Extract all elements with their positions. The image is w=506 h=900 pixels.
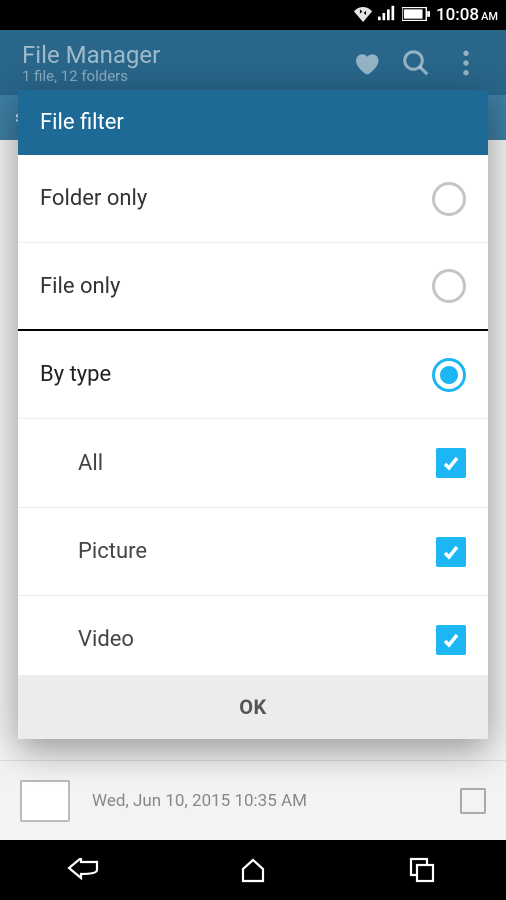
radio-icon (432, 269, 466, 303)
type-all[interactable]: All (18, 419, 488, 507)
type-label: Video (78, 627, 436, 652)
option-folder-only[interactable]: Folder only (18, 155, 488, 243)
radio-icon (432, 182, 466, 216)
check-icon (436, 625, 466, 655)
option-file-only[interactable]: File only (18, 243, 488, 331)
dialog-footer: OK (18, 675, 488, 739)
type-video[interactable]: Video (18, 595, 488, 675)
check-icon (436, 448, 466, 478)
file-filter-dialog: File filter Folder only File only By typ… (18, 90, 488, 739)
type-label: All (78, 451, 436, 476)
dialog-title: File filter (18, 90, 488, 155)
radio-icon (432, 358, 466, 392)
type-label: Picture (78, 539, 436, 564)
option-label: By type (40, 362, 432, 387)
option-label: Folder only (40, 186, 432, 211)
check-icon (436, 537, 466, 567)
type-picture[interactable]: Picture (18, 507, 488, 595)
dialog-backdrop: File filter Folder only File only By typ… (0, 0, 506, 900)
option-label: File only (40, 274, 432, 299)
option-by-type[interactable]: By type (18, 331, 488, 419)
ok-button[interactable]: OK (239, 695, 267, 719)
